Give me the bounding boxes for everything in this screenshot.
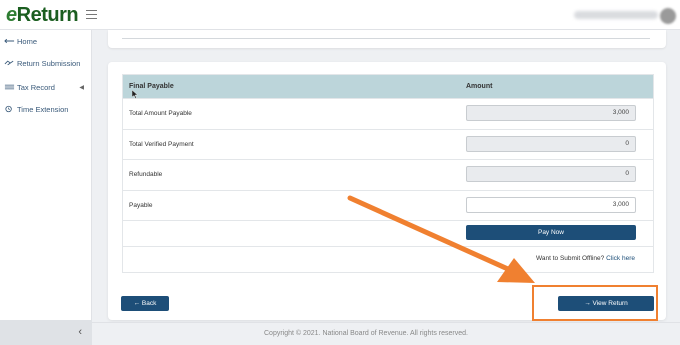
payable-field[interactable]: 3,000 [466, 196, 636, 213]
sidebar-item-home[interactable]: Home [4, 34, 37, 48]
divider [122, 38, 650, 39]
footer: Copyright © 2021. National Board of Reve… [92, 322, 680, 345]
table-row: Total Amount Payable 3,000 [123, 98, 653, 129]
annotation-highlight-box [532, 285, 658, 321]
sidebar-item-label: Return Submission [17, 58, 81, 68]
sidebar: Home Return Submission Tax Record ◀ Time… [0, 30, 92, 345]
mouse-cursor-icon [132, 90, 138, 99]
top-bar: eReturn [0, 0, 680, 30]
sidebar-item-return-submission[interactable]: Return Submission [4, 56, 80, 70]
sidebar-item-label: Home [17, 36, 38, 46]
table-row: Want to Submit Offline? Click here [123, 246, 653, 272]
caret-left-icon: ◀ [79, 85, 84, 91]
final-payable-card: Final Payable Amount Total Amount Payabl… [108, 62, 666, 320]
handshake-icon [4, 60, 14, 66]
sidebar-item-label: Tax Record [17, 82, 55, 92]
app-logo[interactable]: eReturn [6, 4, 79, 27]
pay-now-button[interactable]: Pay Now [466, 225, 636, 240]
row-label: Payable [129, 201, 153, 209]
menu-toggle-icon[interactable] [86, 10, 97, 19]
row-label: Total Verified Payment [129, 140, 194, 148]
ledger-icon [4, 84, 15, 90]
home-icon [4, 38, 15, 44]
sidebar-item-label: Time Extension [17, 104, 69, 114]
table-header: Final Payable Amount [123, 75, 653, 98]
sidebar-collapse-button[interactable]: ‹ [0, 320, 92, 345]
back-button[interactable]: ← Back [121, 296, 169, 311]
table-row: Refundable 0 [123, 159, 653, 190]
column-header-final-payable: Final Payable [129, 83, 174, 90]
final-payable-table: Final Payable Amount Total Amount Payabl… [122, 74, 654, 273]
row-label: Total Amount Payable [129, 110, 192, 117]
table-row: Payable 3,000 [123, 189, 653, 221]
total-amount-payable-field: 3,000 [466, 105, 636, 121]
chevron-left-icon: ‹ [78, 326, 82, 338]
offline-submission-text: Want to Submit Offline? Click here [535, 255, 635, 262]
table-row: Total Verified Payment 0 [123, 128, 653, 160]
total-verified-payment-field: 0 [466, 135, 636, 152]
click-here-link[interactable]: Click here [606, 255, 635, 262]
column-header-amount: Amount [466, 83, 493, 90]
avatar[interactable] [660, 8, 676, 24]
table-row: Pay Now [123, 220, 653, 246]
refundable-field: 0 [466, 166, 636, 182]
sidebar-item-tax-record[interactable]: Tax Record ◀ [4, 80, 92, 94]
row-label: Refundable [129, 171, 163, 178]
clock-icon [5, 105, 12, 113]
copyright-text: Copyright © 2021. National Board of Reve… [264, 330, 468, 337]
user-name-blurred[interactable] [574, 11, 658, 19]
previous-section-card [108, 30, 666, 48]
sidebar-item-time-extension[interactable]: Time Extension [4, 102, 68, 116]
